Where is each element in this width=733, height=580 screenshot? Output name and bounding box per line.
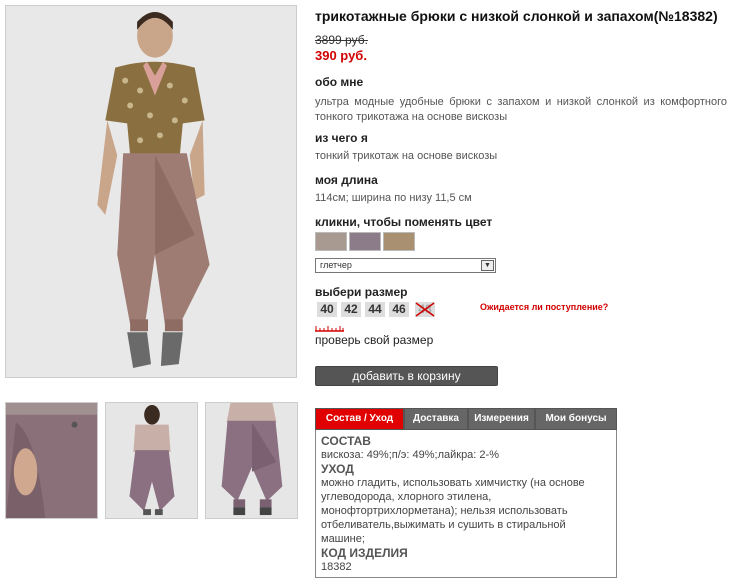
expect-restock-link[interactable]: Ожидается ли поступление?	[480, 302, 608, 312]
composition-care-panel: СОСТАВ вискоза: 49%;п/э: 49%;лайкра: 2-%…	[315, 430, 617, 578]
size-44[interactable]: 44	[365, 302, 385, 317]
thumbnail-3[interactable]	[205, 402, 298, 519]
tab-delivery[interactable]: Доставка	[405, 409, 467, 429]
thumbnail-2[interactable]	[105, 402, 198, 519]
tab-measurements[interactable]: Измерения	[469, 409, 534, 429]
tab-bonuses[interactable]: Мои бонусы	[536, 409, 616, 429]
old-price: 3899 руб.	[315, 33, 368, 47]
material-heading: из чего я	[315, 131, 368, 145]
color-select-value: глетчер	[320, 260, 352, 270]
check-size-link[interactable]: проверь свой размер	[315, 333, 433, 347]
main-product-photo[interactable]	[5, 5, 297, 378]
material-text: тонкий трикотаж на основе вискозы	[315, 150, 498, 162]
product-title: трикотажные брюки с низкой слонкой и зап…	[315, 8, 718, 24]
sale-price: 390 руб.	[315, 48, 367, 63]
length-heading: моя длина	[315, 173, 378, 187]
size-48-unavailable[interactable]: 48	[415, 302, 435, 317]
info-tabs: Состав / Уход Доставка Измерения Мои бон…	[315, 408, 617, 430]
composition-heading: СОСТАВ	[321, 434, 371, 448]
size-46[interactable]: 46	[389, 302, 409, 317]
color-swatch-3[interactable]	[383, 232, 415, 251]
chevron-down-icon[interactable]: ▼	[481, 260, 494, 271]
size-40[interactable]: 40	[317, 302, 337, 317]
unavailable-cross-icon	[415, 302, 435, 317]
size-heading: выбери размер	[315, 285, 408, 299]
about-text: ультра модные удобные брюки с запахом и …	[315, 96, 727, 123]
color-select[interactable]: глетчер ▼	[315, 258, 496, 273]
code-text: 18382	[321, 561, 352, 573]
length-text: 114см; ширина по низу 11,5 см	[315, 192, 472, 204]
size-42[interactable]: 42	[341, 302, 361, 317]
thumbnail-1[interactable]	[5, 402, 98, 519]
color-swatch-2[interactable]	[349, 232, 381, 251]
ruler-icon	[315, 326, 344, 332]
composition-text: вискоза: 49%;п/э: 49%;лайкра: 2-%	[321, 449, 499, 461]
about-heading: обо мне	[315, 75, 364, 89]
care-heading: УХОД	[321, 462, 354, 476]
code-heading: КОД ИЗДЕЛИЯ	[321, 546, 408, 560]
care-text: можно гладить, использовать химчистку (н…	[321, 477, 585, 545]
color-heading: кликни, чтобы поменять цвет	[315, 215, 493, 229]
tab-composition-care[interactable]: Состав / Уход	[316, 409, 403, 429]
add-to-cart-button[interactable]: добавить в корзину	[315, 366, 498, 386]
color-swatch-1[interactable]	[315, 232, 347, 251]
